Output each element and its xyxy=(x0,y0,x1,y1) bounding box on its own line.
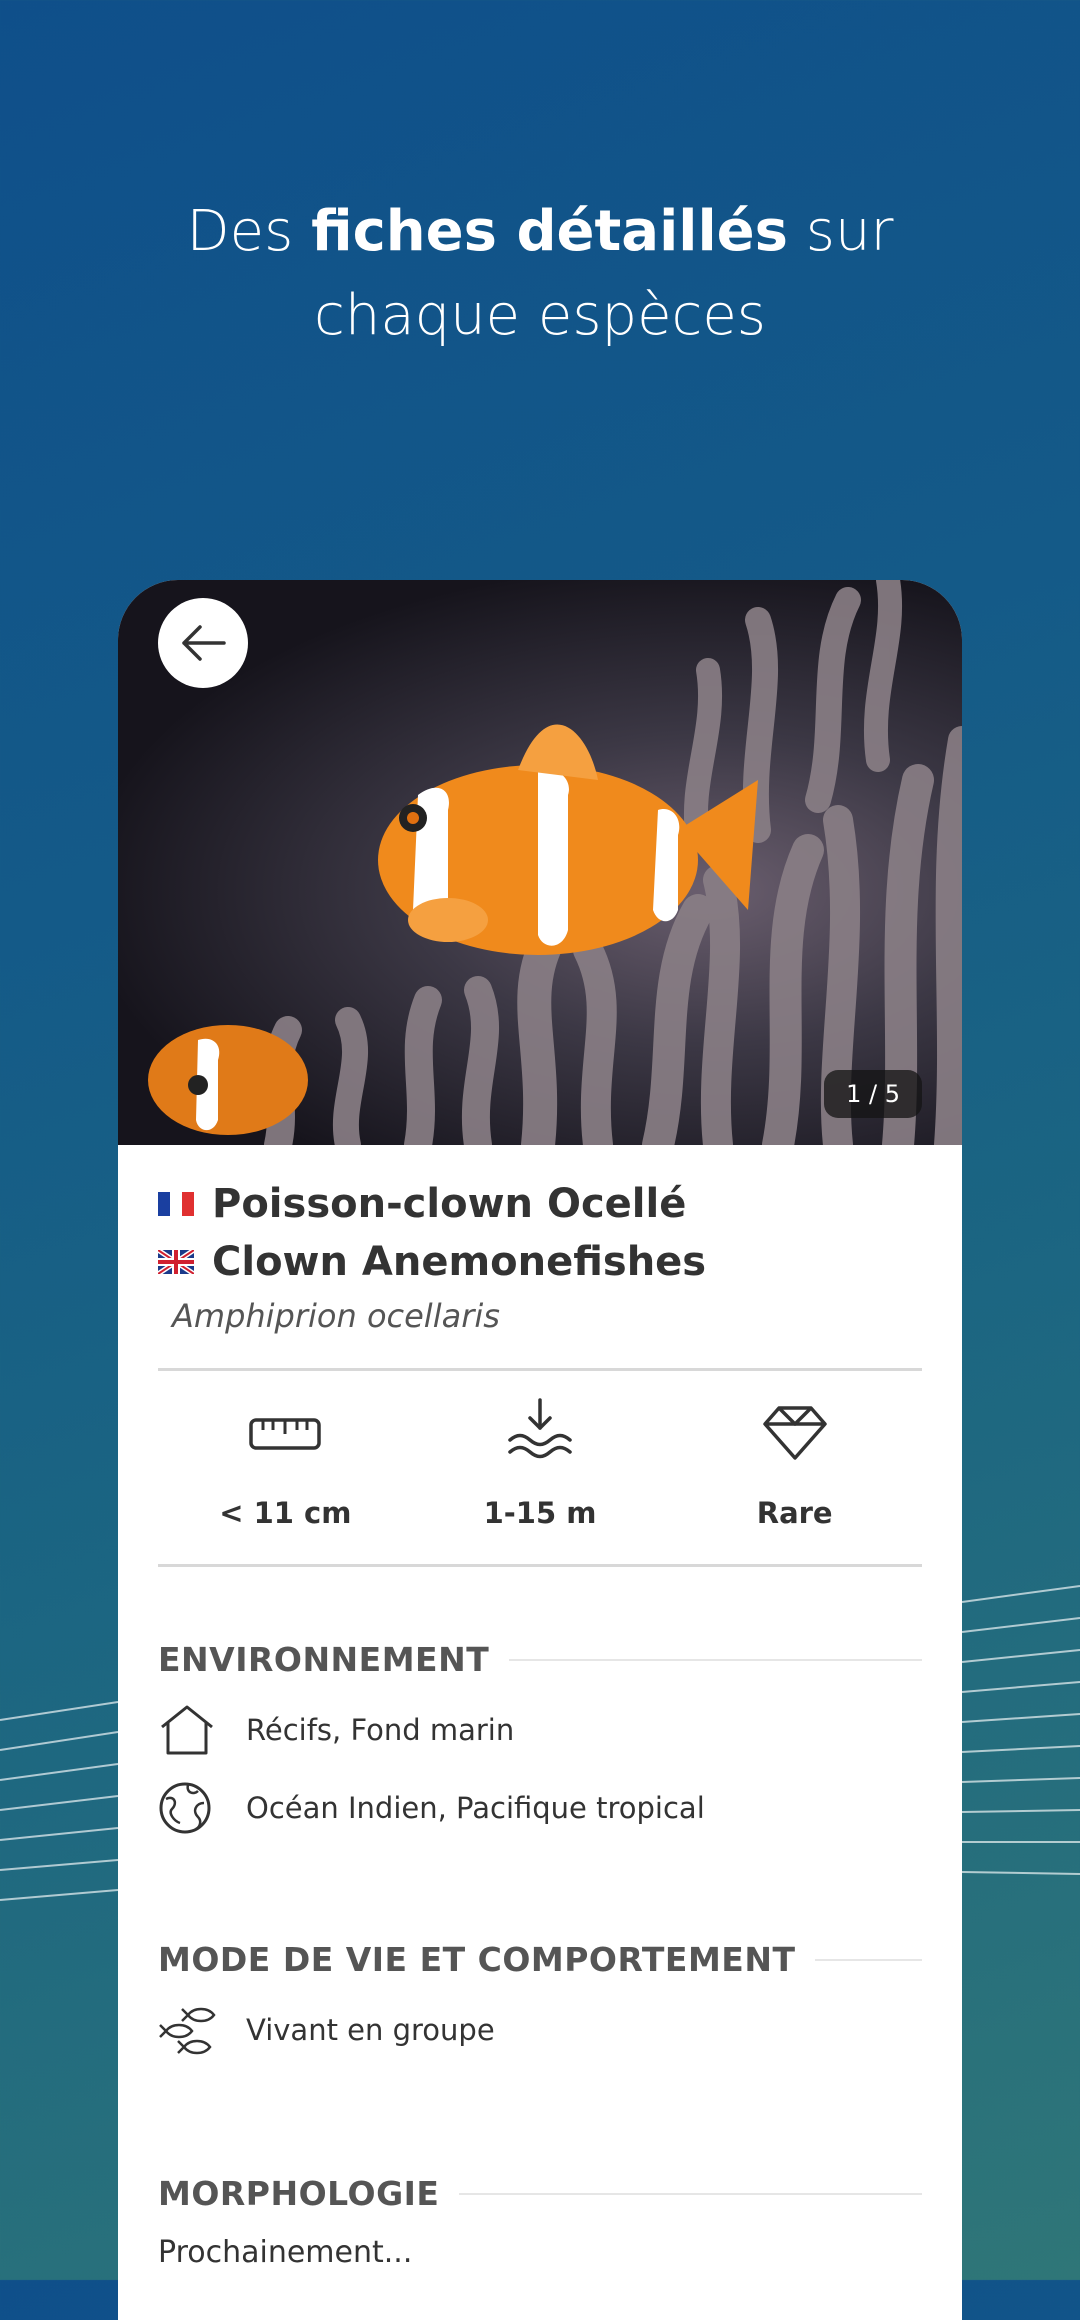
stat-rarity-label: Rare xyxy=(756,1496,833,1530)
headline-line2: chaque espèces xyxy=(314,283,766,348)
depth-icon xyxy=(508,1398,572,1459)
section-behavior: MODE DE VIE ET COMPORTEMENT Vivant en gr… xyxy=(158,1940,922,2057)
morphology-title: MORPHOLOGIE xyxy=(158,2174,440,2213)
france-flag-icon xyxy=(158,1192,194,1216)
name-en: Clown Anemonefishes xyxy=(212,1239,707,1285)
group-text: Vivant en groupe xyxy=(246,2013,495,2047)
morphology-text: Prochainement... xyxy=(158,2235,413,2270)
decorative-lines-left xyxy=(0,1701,118,1901)
section-title: ENVIRONNEMENT xyxy=(158,1640,922,1679)
section-environment: ENVIRONNEMENT Récifs, Fond marin Océan I… xyxy=(158,1640,922,1835)
species-card: 1 / 5 Poisson-clown Ocellé Clown Anemone… xyxy=(118,580,962,2320)
divider-bottom xyxy=(158,1564,922,1567)
species-names: Poisson-clown Ocellé Clown Anemonefishes… xyxy=(158,1175,928,1335)
section-title: MODE DE VIE ET COMPORTEMENT xyxy=(158,1940,922,1979)
ruler-icon xyxy=(249,1418,322,1450)
headline: Des fiches détaillés sur chaque espèces xyxy=(0,190,1080,358)
name-fr-row: Poisson-clown Ocellé xyxy=(158,1175,928,1233)
headline-pre: Des xyxy=(186,199,312,264)
environment-region: Océan Indien, Pacifique tropical xyxy=(158,1781,922,1835)
name-fr: Poisson-clown Ocellé xyxy=(212,1181,687,1227)
headline-post: sur xyxy=(787,199,894,264)
stat-size: < 11 cm xyxy=(158,1398,413,1530)
arrow-left-icon xyxy=(182,625,226,661)
behavior-group: Vivant en groupe xyxy=(158,2003,922,2057)
stat-rarity: Rare xyxy=(667,1398,922,1530)
environment-title: ENVIRONNEMENT xyxy=(158,1640,490,1679)
environment-habitat: Récifs, Fond marin xyxy=(158,1703,922,1757)
latin-name: Amphiprion ocellaris xyxy=(172,1297,500,1335)
fish-group-icon xyxy=(159,2007,216,2055)
stat-size-label: < 11 cm xyxy=(219,1496,352,1530)
species-photo[interactable]: 1 / 5 xyxy=(118,580,962,1145)
stat-depth: 1-15 m xyxy=(413,1398,668,1530)
diamond-icon xyxy=(762,1406,827,1460)
section-morphology: MORPHOLOGIE Prochainement... xyxy=(158,2174,922,2270)
headline-bold: fiches détaillés xyxy=(311,199,788,264)
decorative-lines-right xyxy=(962,1585,1080,1875)
stats-row: < 11 cm 1-15 m Rare xyxy=(158,1398,922,1530)
region-text: Océan Indien, Pacifique tropical xyxy=(246,1791,705,1825)
back-button[interactable] xyxy=(158,598,248,688)
globe-icon xyxy=(159,1782,211,1834)
section-title: MORPHOLOGIE xyxy=(158,2174,922,2213)
behavior-title: MODE DE VIE ET COMPORTEMENT xyxy=(158,1940,796,1979)
name-en-row: Clown Anemonefishes xyxy=(158,1233,928,1291)
house-icon xyxy=(161,1705,213,1755)
habitat-text: Récifs, Fond marin xyxy=(246,1713,515,1747)
uk-flag-icon xyxy=(158,1250,194,1274)
photo-counter: 1 / 5 xyxy=(824,1070,922,1118)
clownfish-illustration xyxy=(148,580,962,1145)
divider-top xyxy=(158,1368,922,1371)
stat-depth-label: 1-15 m xyxy=(483,1496,597,1530)
